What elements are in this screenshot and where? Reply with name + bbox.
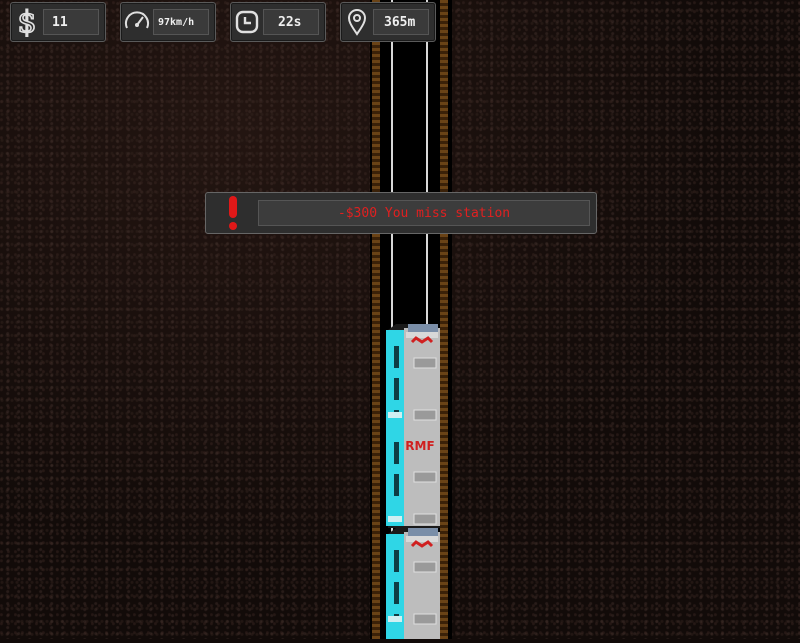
time-panel: 22s <box>230 2 326 42</box>
clock-icon <box>231 4 263 40</box>
time-value: 22s <box>263 9 319 35</box>
exclamation-icon <box>226 196 240 236</box>
alert-banner: -$300 You miss station <box>205 192 597 234</box>
train-car: RMF <box>384 324 442 528</box>
svg-text:RMF: RMF <box>405 439 434 453</box>
svg-text:$: $ <box>17 7 36 37</box>
location-pin-icon <box>341 4 373 40</box>
speed-value: 97km/h <box>153 9 209 35</box>
alert-message: -$300 You miss station <box>258 200 590 226</box>
money-panel: $ 11 <box>10 2 106 42</box>
money-value: 11 <box>43 9 99 35</box>
distance-value: 365m <box>373 9 429 35</box>
speed-panel: 97km/h <box>120 2 216 42</box>
tunnel-wall-left <box>372 0 380 639</box>
distance-panel: 365m <box>340 2 436 42</box>
dollar-icon: $ <box>11 4 43 40</box>
speedometer-icon <box>121 4 153 40</box>
train-car <box>384 528 442 639</box>
